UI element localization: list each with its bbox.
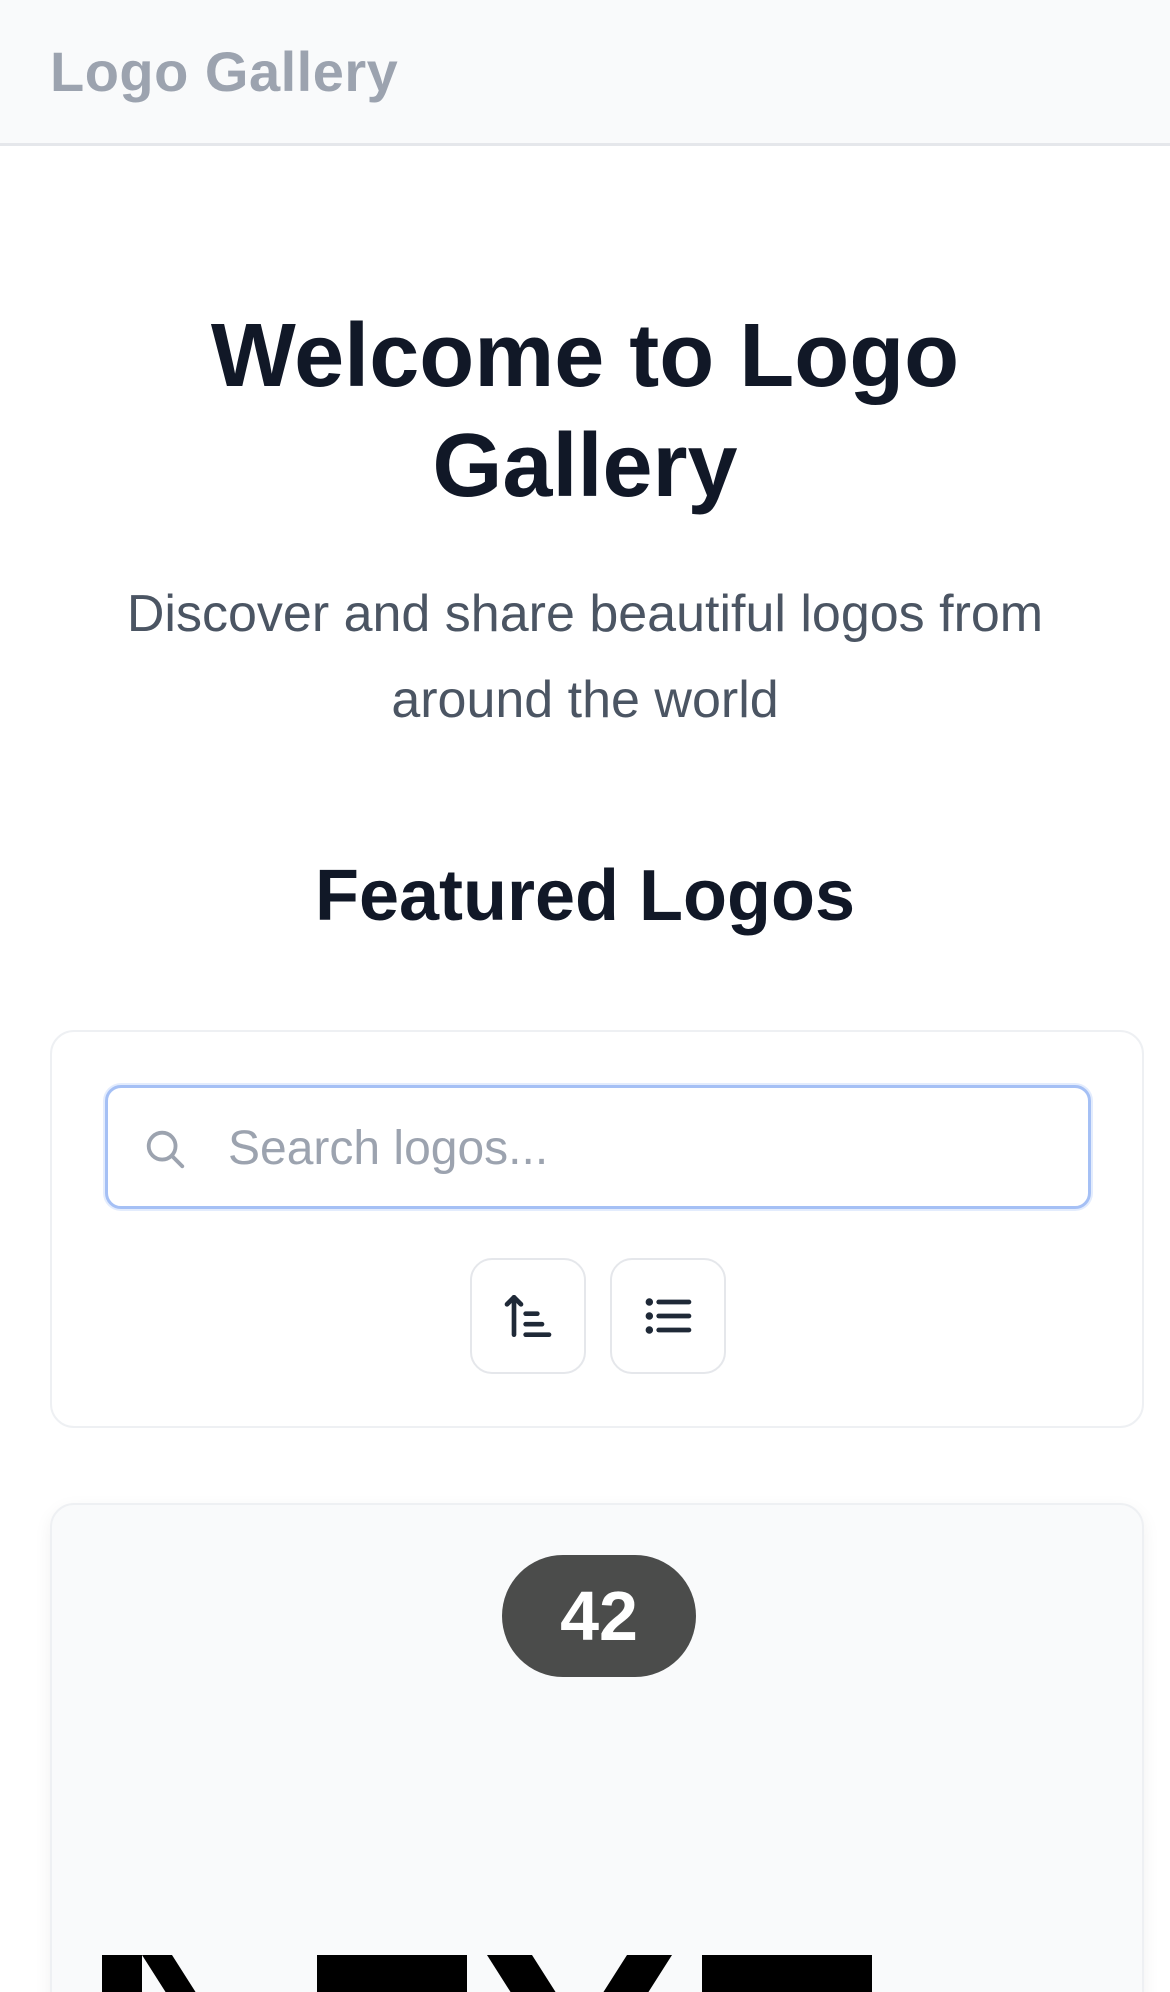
page: Logo Gallery Welcome to Logo Gallery Dis… bbox=[0, 0, 1170, 1992]
list-view-icon bbox=[645, 1298, 692, 1334]
hero-subtitle: Discover and share beautiful logos from … bbox=[126, 585, 1044, 729]
logo-card[interactable]: 42 bbox=[50, 1503, 1144, 1992]
search-icon bbox=[146, 1130, 185, 1169]
count-badge: 42 bbox=[502, 1555, 696, 1677]
hero-section: Welcome to Logo Gallery Discover and sha… bbox=[0, 146, 1170, 937]
top-bar: Logo Gallery bbox=[0, 0, 1170, 146]
sort-ascending-icon bbox=[504, 1295, 552, 1337]
sort-button[interactable] bbox=[470, 1258, 586, 1374]
search-input[interactable] bbox=[228, 1108, 1068, 1188]
controls-card bbox=[50, 1030, 1144, 1428]
brand-logo-text[interactable]: Logo Gallery bbox=[50, 39, 398, 104]
list-view-button[interactable] bbox=[610, 1258, 726, 1374]
hero-title: Welcome to Logo Gallery bbox=[210, 306, 960, 516]
search-field[interactable] bbox=[105, 1085, 1091, 1209]
featured-logos-heading: Featured Logos bbox=[314, 856, 856, 936]
next-logo-image bbox=[102, 1955, 872, 1992]
